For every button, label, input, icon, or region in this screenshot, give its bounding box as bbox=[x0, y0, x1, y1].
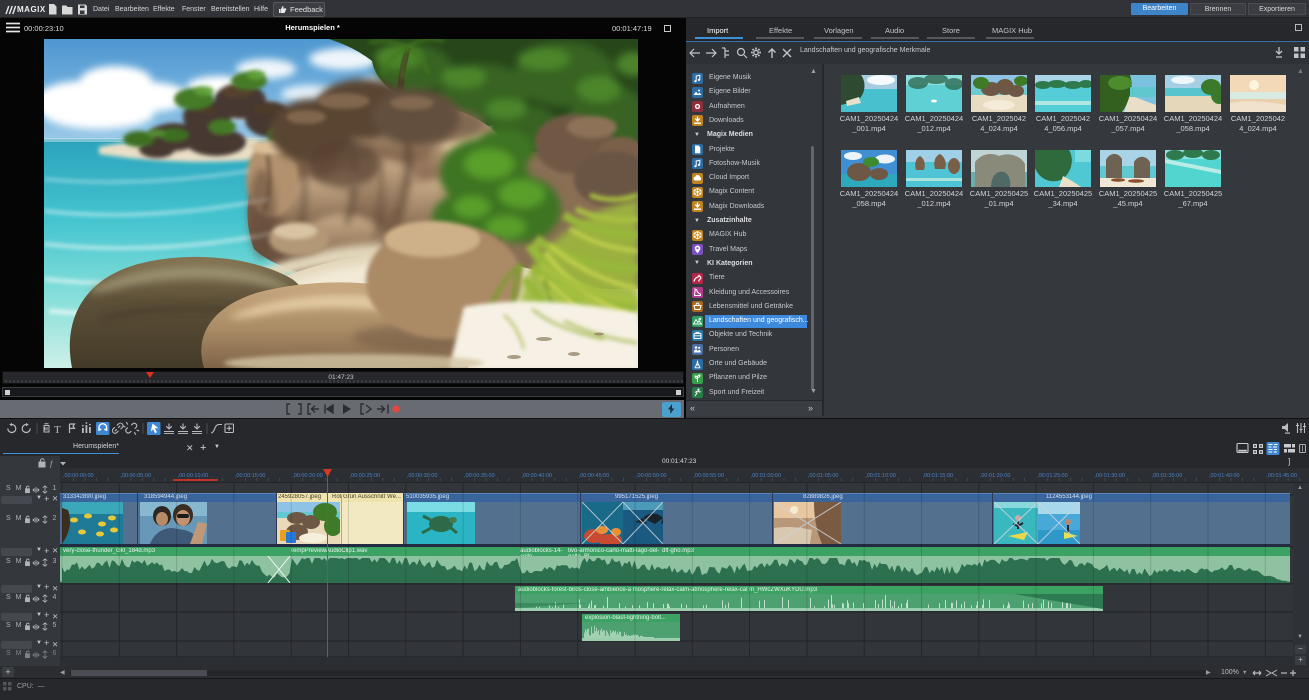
svg-text:,00:00:25:00: ,00:00:25:00 bbox=[350, 473, 381, 479]
svg-text:,00:01:25:00: ,00:01:25:00 bbox=[1037, 473, 1068, 479]
svg-text:f: f bbox=[50, 460, 54, 469]
svg-text:,00:01:10:00: ,00:01:10:00 bbox=[865, 473, 896, 479]
svg-text:,00:00:05:00: ,00:00:05:00 bbox=[120, 473, 151, 479]
svg-text:,00:00:15:00: ,00:00:15:00 bbox=[235, 473, 266, 479]
svg-text:,00:01:45:00: ,00:01:45:00 bbox=[1266, 473, 1297, 479]
svg-text:,00:00:40:00: ,00:00:40:00 bbox=[521, 473, 552, 479]
svg-text:T: T bbox=[54, 424, 61, 436]
svg-text:,00:01:20:00: ,00:01:20:00 bbox=[980, 473, 1011, 479]
svg-text:,00:00:35:00: ,00:00:35:00 bbox=[464, 473, 495, 479]
svg-text:,00:01:15:00: ,00:01:15:00 bbox=[923, 473, 954, 479]
svg-text:,00:00:50:00: ,00:00:50:00 bbox=[636, 473, 667, 479]
svg-text:,00:00:00:00: ,00:00:00:00 bbox=[63, 473, 94, 479]
svg-text:,00:01:40:00: ,00:01:40:00 bbox=[1209, 473, 1240, 479]
svg-text:,00:00:10:00: ,00:00:10:00 bbox=[178, 473, 209, 479]
svg-text:,00:01:05:00: ,00:01:05:00 bbox=[808, 473, 839, 479]
svg-text:,00:00:20:00: ,00:00:20:00 bbox=[292, 473, 323, 479]
svg-text:,00:01:00:00: ,00:01:00:00 bbox=[751, 473, 782, 479]
svg-text:,00:00:45:00: ,00:00:45:00 bbox=[579, 473, 610, 479]
svg-text:,00:00:55:00: ,00:00:55:00 bbox=[693, 473, 724, 479]
svg-text:,00:00:30:00: ,00:00:30:00 bbox=[407, 473, 438, 479]
svg-text:,00:01:35:00: ,00:01:35:00 bbox=[1152, 473, 1183, 479]
svg-text:,00:01:30:00: ,00:01:30:00 bbox=[1094, 473, 1125, 479]
